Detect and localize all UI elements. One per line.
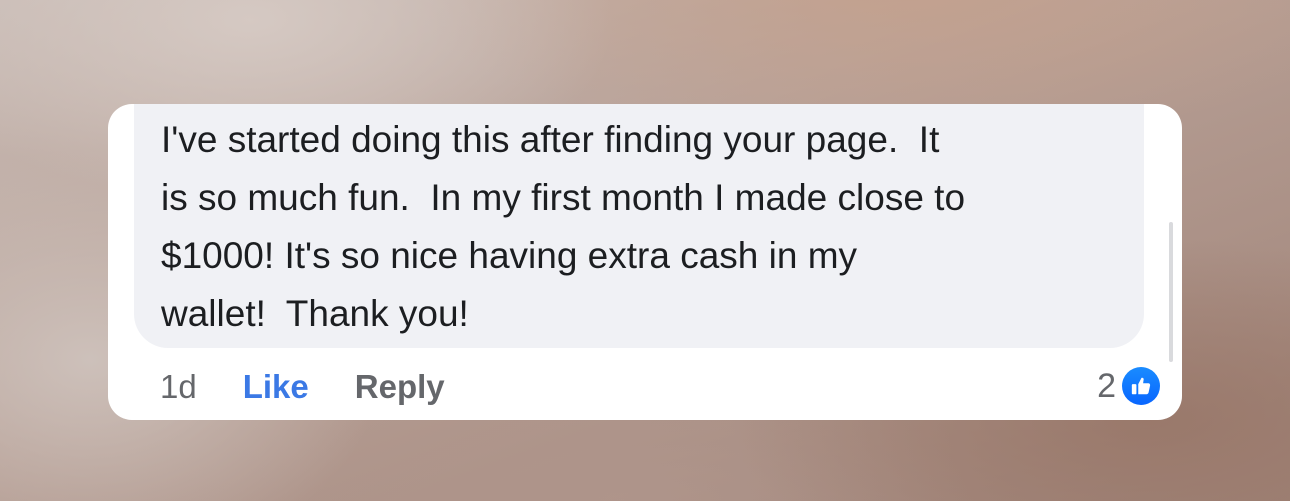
comment-line: is so much fun. In my first month I made… [161, 177, 966, 218]
comment-timestamp[interactable]: 1d [160, 368, 197, 406]
like-button[interactable]: Like [243, 368, 309, 406]
comment-text: I've started doing this after finding yo… [161, 111, 1141, 343]
comment-card: I've started doing this after finding yo… [108, 104, 1182, 420]
comment-bubble: I've started doing this after finding yo… [134, 104, 1144, 348]
comment-actions: 1d Like Reply [160, 362, 445, 412]
reaction-count: 2 [1097, 366, 1116, 405]
reaction-summary[interactable]: 2 [1097, 363, 1162, 409]
thumbs-up-icon [1120, 365, 1162, 407]
scrollbar[interactable] [1169, 222, 1173, 362]
comment-line: wallet! Thank you! [161, 293, 469, 334]
comment-line: I've started doing this after finding yo… [161, 119, 940, 160]
reply-button[interactable]: Reply [355, 368, 445, 406]
comment-line: $1000! It's so nice having extra cash in… [161, 235, 858, 276]
